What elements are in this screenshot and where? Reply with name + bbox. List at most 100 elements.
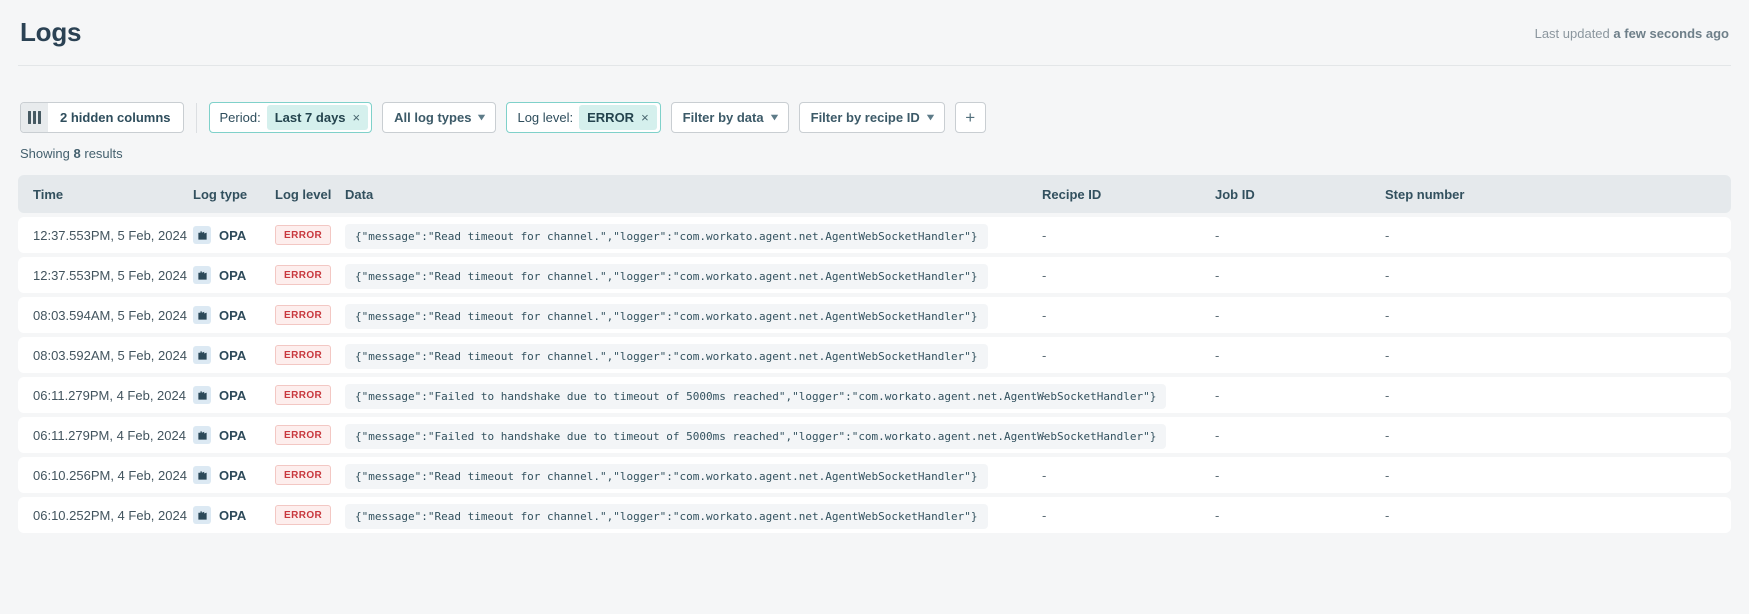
recipe-id-cell: - [1042, 427, 1047, 443]
opa-icon [193, 266, 211, 284]
recipe-id-cell: - [1042, 347, 1047, 363]
step-number-cell: - [1385, 507, 1390, 523]
opa-icon [193, 346, 211, 364]
opa-icon [193, 306, 211, 324]
log-level-filter-value: ERROR × [579, 105, 657, 130]
error-badge: ERROR [275, 385, 332, 405]
log-level-cell: ERROR [275, 225, 345, 245]
data-filter-label: Filter by data [682, 110, 764, 125]
recipe-id-cell: - [1042, 507, 1047, 523]
log-data-cell: {"message":"Read timeout for channel.","… [345, 303, 1042, 329]
log-type-cell: OPA [193, 266, 275, 284]
column-header-step-number: Step number [1385, 186, 1465, 202]
table-row[interactable]: 08:03.594AM, 5 Feb, 2024 OPA ERROR {"mes… [18, 297, 1731, 333]
log-type-cell: OPA [193, 226, 275, 244]
opa-icon [193, 386, 211, 404]
log-type-cell: OPA [193, 346, 275, 364]
hidden-columns-button[interactable]: 2 hidden columns [20, 102, 184, 133]
filter-toolbar: 2 hidden columns Period: Last 7 days × A… [20, 102, 1749, 133]
log-time: 06:11.279PM, 4 Feb, 2024 [33, 387, 186, 403]
log-data-cell: {"message":"Read timeout for channel.","… [345, 343, 1042, 369]
log-time: 06:10.256PM, 4 Feb, 2024 [33, 467, 187, 483]
chevron-down-icon: ▾ [770, 112, 778, 123]
error-badge: ERROR [275, 465, 332, 485]
error-badge: ERROR [275, 265, 332, 285]
columns-icon [21, 103, 48, 132]
log-data-json[interactable]: {"message":"Read timeout for channel.","… [345, 463, 988, 489]
log-type-cell: OPA [193, 466, 275, 484]
job-id-cell: - [1215, 267, 1220, 283]
data-filter-dropdown[interactable]: Filter by data ▾ [670, 102, 789, 133]
job-id-cell: - [1215, 427, 1220, 443]
page-header: Logs Last updated a few seconds ago [0, 0, 1749, 48]
table-row[interactable]: 12:37.553PM, 5 Feb, 2024 OPA ERROR {"mes… [18, 257, 1731, 293]
log-time: 08:03.592AM, 5 Feb, 2024 [33, 347, 187, 363]
opa-icon [193, 506, 211, 524]
logs-page: Logs Last updated a few seconds ago 2 hi… [0, 0, 1749, 614]
log-data-json[interactable]: {"message":"Read timeout for channel.","… [345, 223, 988, 249]
remove-period-filter-icon[interactable]: × [353, 110, 361, 125]
period-filter-label: Period: [219, 110, 261, 125]
table-row[interactable]: 06:11.279PM, 4 Feb, 2024 OPA ERROR {"mes… [18, 377, 1731, 413]
results-suffix: results [84, 146, 123, 161]
log-data-cell: {"message":"Failed to handshake due to t… [345, 383, 1167, 409]
log-type-label: OPA [219, 267, 247, 283]
table-row[interactable]: 12:37.553PM, 5 Feb, 2024 OPA ERROR {"mes… [18, 217, 1731, 253]
column-header-log-type: Log type [193, 186, 248, 202]
job-id-cell: - [1215, 227, 1220, 243]
log-level-filter-label: Log level: [517, 110, 574, 125]
job-id-cell: - [1215, 507, 1220, 523]
recipe-id-filter-dropdown[interactable]: Filter by recipe ID ▾ [798, 102, 945, 133]
column-header-log-level: Log level [275, 186, 332, 202]
table-row[interactable]: 06:10.256PM, 4 Feb, 2024 OPA ERROR {"mes… [18, 457, 1731, 493]
log-data-json[interactable]: {"message":"Read timeout for channel.","… [345, 303, 988, 329]
log-time: 08:03.594AM, 5 Feb, 2024 [33, 307, 187, 323]
log-time: 06:10.252PM, 4 Feb, 2024 [33, 507, 187, 523]
log-data-json[interactable]: {"message":"Read timeout for channel.","… [345, 503, 988, 529]
log-data-json[interactable]: {"message":"Read timeout for channel.","… [345, 343, 988, 369]
table-row[interactable]: 06:10.252PM, 4 Feb, 2024 OPA ERROR {"mes… [18, 497, 1731, 533]
log-type-label: OPA [219, 387, 247, 403]
log-type-cell: OPA [193, 506, 275, 524]
log-time: 12:37.553PM, 5 Feb, 2024 [33, 267, 187, 283]
log-level-filter-chip[interactable]: Log level: ERROR × [506, 102, 661, 133]
results-count: Showing 8 results [20, 146, 1749, 161]
log-level-cell: ERROR [275, 425, 345, 445]
log-type-label: OPA [219, 467, 247, 483]
last-updated-label: Last updated [1534, 26, 1610, 41]
log-level-cell: ERROR [275, 505, 345, 525]
log-data-json[interactable]: {"message":"Read timeout for channel.","… [345, 263, 988, 289]
step-number-cell: - [1385, 427, 1390, 443]
recipe-id-cell: - [1042, 307, 1047, 323]
column-header-time: Time [33, 186, 64, 202]
log-data-cell: {"message":"Read timeout for channel.","… [345, 263, 1042, 289]
log-type-filter-dropdown[interactable]: All log types ▾ [382, 102, 497, 133]
error-badge: ERROR [275, 505, 332, 525]
plus-icon: + [965, 107, 976, 127]
recipe-id-filter-label: Filter by recipe ID [810, 110, 920, 125]
hidden-columns-label: 2 hidden columns [60, 110, 171, 125]
step-number-cell: - [1385, 347, 1390, 363]
log-data-cell: {"message":"Read timeout for channel.","… [345, 503, 1042, 529]
chevron-down-icon: ▾ [926, 112, 934, 123]
add-filter-button[interactable]: + [954, 102, 986, 133]
log-level-filter-value-text: ERROR [587, 110, 635, 125]
error-badge: ERROR [275, 305, 332, 325]
column-header-recipe-id: Recipe ID [1042, 186, 1102, 202]
column-header-job-id: Job ID [1215, 186, 1255, 202]
log-data-cell: {"message":"Failed to handshake due to t… [345, 423, 1167, 449]
log-type-cell: OPA [193, 426, 275, 444]
log-type-label: OPA [219, 427, 247, 443]
log-type-label: OPA [219, 347, 247, 363]
job-id-cell: - [1215, 307, 1220, 323]
remove-log-level-filter-icon[interactable]: × [641, 110, 649, 125]
log-time: 12:37.553PM, 5 Feb, 2024 [33, 227, 187, 243]
last-updated-value: a few seconds ago [1613, 26, 1729, 41]
error-badge: ERROR [275, 425, 332, 445]
step-number-cell: - [1385, 467, 1390, 483]
opa-icon [193, 466, 211, 484]
table-header: Time Log type Log level Data Recipe ID J… [18, 175, 1731, 213]
period-filter-chip[interactable]: Period: Last 7 days × [208, 102, 373, 133]
table-row[interactable]: 06:11.279PM, 4 Feb, 2024 OPA ERROR {"mes… [18, 417, 1731, 453]
table-row[interactable]: 08:03.592AM, 5 Feb, 2024 OPA ERROR {"mes… [18, 337, 1731, 373]
